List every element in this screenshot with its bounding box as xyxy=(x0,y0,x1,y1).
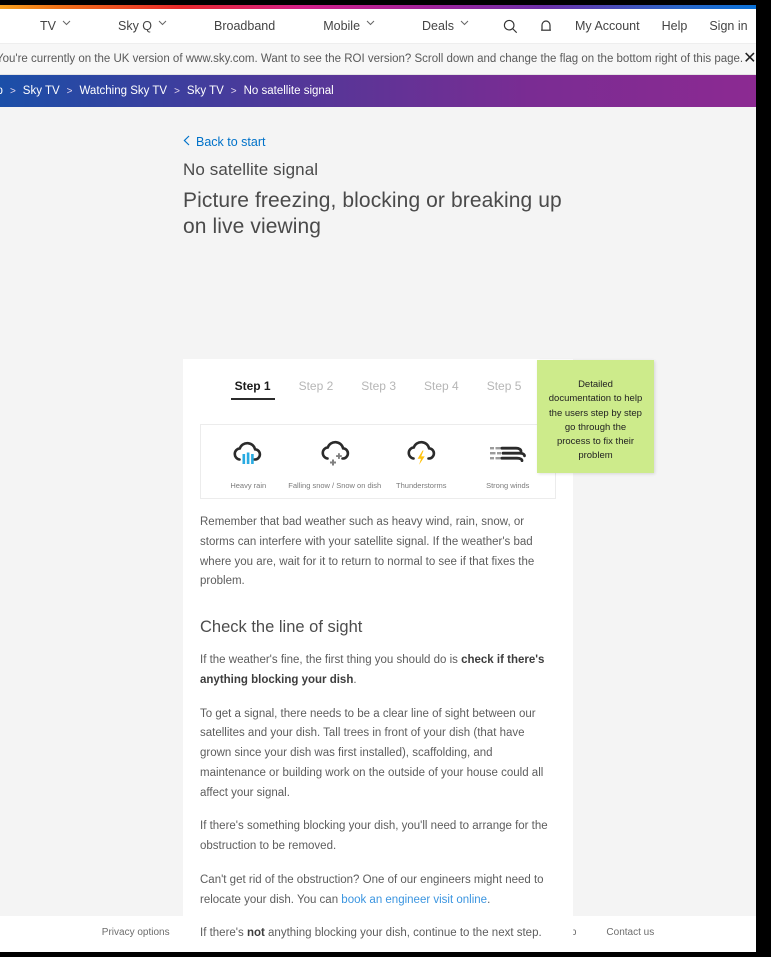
tab-label: Step 3 xyxy=(361,379,396,393)
paragraph-engineer-visit: Can't get rid of the obstruction? One of… xyxy=(200,871,556,911)
nav-item-label: TV xyxy=(40,19,56,33)
footer-link-privacy-options[interactable]: Privacy options xyxy=(87,927,185,938)
step-tabs: Step 1 Step 2 Step 3 Step 4 Step 5 xyxy=(183,359,573,400)
browser-page: TV Sky Q Broadband Mobile Deals My Accou… xyxy=(0,5,756,952)
weather-item-falling-snow: Falling snow / Snow on dish xyxy=(288,437,381,490)
cloud-lightning-icon xyxy=(402,437,440,473)
paragraph-check-blocking: If the weather's fine, the first thing y… xyxy=(200,651,556,691)
paragraph-text: . xyxy=(353,673,357,686)
paragraph-text: If the weather's fine, the first thing y… xyxy=(200,654,462,667)
nav-item-label: My Account xyxy=(575,19,640,33)
breadcrumb-item-sky-tv-2[interactable]: Sky TV xyxy=(180,85,231,97)
intro-paragraph: Remember that bad weather such as heavy … xyxy=(200,516,535,588)
search-icon[interactable] xyxy=(497,13,523,39)
chevron-down-icon xyxy=(158,20,167,28)
weather-item-heavy-rain: Heavy rain xyxy=(205,437,292,490)
primary-nav-links: TV Sky Q Broadband Mobile Deals xyxy=(22,19,492,33)
close-icon[interactable]: ✕ xyxy=(743,51,756,67)
tab-label: Step 4 xyxy=(424,379,459,393)
tab-step-4[interactable]: Step 4 xyxy=(410,379,473,400)
tab-label: Step 5 xyxy=(486,379,522,393)
paragraph-line-of-sight: To get a signal, there needs to be a cle… xyxy=(200,707,544,799)
notice-text: You're currently on the UK version of ww… xyxy=(0,53,744,65)
footer-link-contact-us[interactable]: Contact us xyxy=(591,927,669,938)
chevron-down-icon xyxy=(62,20,71,28)
paragraph-text: anything blocking your dish, continue to… xyxy=(264,927,542,940)
chevron-left-icon xyxy=(183,135,190,149)
nav-item-label: Sign in xyxy=(709,19,748,33)
nav-item-label: Broadband xyxy=(214,19,276,33)
region-notice-banner: You're currently on the UK version of ww… xyxy=(0,43,756,75)
weather-label: Thunderstorms xyxy=(396,481,447,490)
tab-step-5[interactable]: Step 5 xyxy=(473,379,536,400)
nav-item-my-account[interactable]: My Account xyxy=(564,19,651,33)
book-engineer-visit-link[interactable]: book an engineer visit online xyxy=(341,894,487,906)
breadcrumb-item-current: No satellite signal xyxy=(243,85,334,97)
paragraph-continue-next: If there's not anything blocking your di… xyxy=(200,924,556,944)
content-column: Back to start No satellite signal Pictur… xyxy=(183,107,573,952)
nav-item-label: Sky Q xyxy=(117,19,153,33)
breadcrumb-item-watching-sky-tv[interactable]: Watching Sky TV xyxy=(73,85,175,97)
step-content: Heavy rain Falling snow / Snow on dish T… xyxy=(200,400,556,952)
paragraph-bold: not xyxy=(246,927,265,940)
nav-item-label: Mobile xyxy=(323,19,361,33)
secondary-nav-links: My Account Help Sign in xyxy=(492,13,756,39)
nav-item-sign-in[interactable]: Sign in xyxy=(698,19,756,33)
tab-step-2[interactable]: Step 2 xyxy=(285,379,348,400)
main-content-area: Back to start No satellite signal Pictur… xyxy=(0,107,756,952)
nav-item-deals[interactable]: Deals xyxy=(398,19,492,33)
weather-conditions-panel: Heavy rain Falling snow / Snow on dish T… xyxy=(200,424,556,499)
back-to-start-link[interactable]: Back to start xyxy=(183,107,573,149)
section-heading: Check the line of sight xyxy=(200,618,363,637)
page-title: Picture freezing, blocking or breaking u… xyxy=(183,189,562,239)
nav-item-label: Deals xyxy=(422,19,454,33)
nav-item-label: Help xyxy=(661,19,688,33)
notification-bell-icon[interactable] xyxy=(533,13,559,39)
weather-label: Falling snow / Snow on dish xyxy=(288,481,382,490)
breadcrumb-item-help[interactable]: lp xyxy=(0,85,10,97)
breadcrumb: lp > Sky TV > Watching Sky TV > Sky TV >… xyxy=(0,75,756,107)
chevron-down-icon xyxy=(460,20,469,28)
wind-icon xyxy=(488,437,528,473)
top-navigation-bar: TV Sky Q Broadband Mobile Deals My Accou… xyxy=(0,9,756,43)
tab-step-1[interactable]: Step 1 xyxy=(221,379,285,400)
breadcrumb-item-sky-tv[interactable]: Sky TV xyxy=(16,85,67,97)
paragraph-remove-obstruction: If there's something blocking your dish,… xyxy=(200,820,548,853)
page-kicker: No satellite signal xyxy=(183,160,319,179)
nav-item-tv[interactable]: TV xyxy=(22,19,94,33)
step-card: Step 1 Step 2 Step 3 Step 4 Step 5 Heavy… xyxy=(183,359,573,952)
cloud-snow-icon xyxy=(316,437,354,473)
tab-step-3[interactable]: Step 3 xyxy=(347,379,410,400)
nav-item-sky-q[interactable]: Sky Q xyxy=(94,19,190,33)
paragraph-text: If there's xyxy=(200,927,247,940)
chevron-down-icon xyxy=(366,20,375,28)
weather-item-thunderstorms: Thunderstorms xyxy=(378,437,465,490)
nav-item-mobile[interactable]: Mobile xyxy=(299,19,398,33)
tab-label: Step 2 xyxy=(298,379,334,393)
nav-item-help[interactable]: Help xyxy=(651,19,699,33)
tab-label: Step 1 xyxy=(234,379,271,393)
nav-item-broadband[interactable]: Broadband xyxy=(190,19,299,33)
sticky-note-annotation: Detailed documentation to help the users… xyxy=(537,360,654,473)
paragraph-text: . xyxy=(487,893,491,906)
cloud-rain-icon xyxy=(229,437,267,473)
back-link-label: Back to start xyxy=(196,135,266,149)
weather-label: Strong winds xyxy=(486,481,530,490)
weather-label: Heavy rain xyxy=(230,481,267,490)
